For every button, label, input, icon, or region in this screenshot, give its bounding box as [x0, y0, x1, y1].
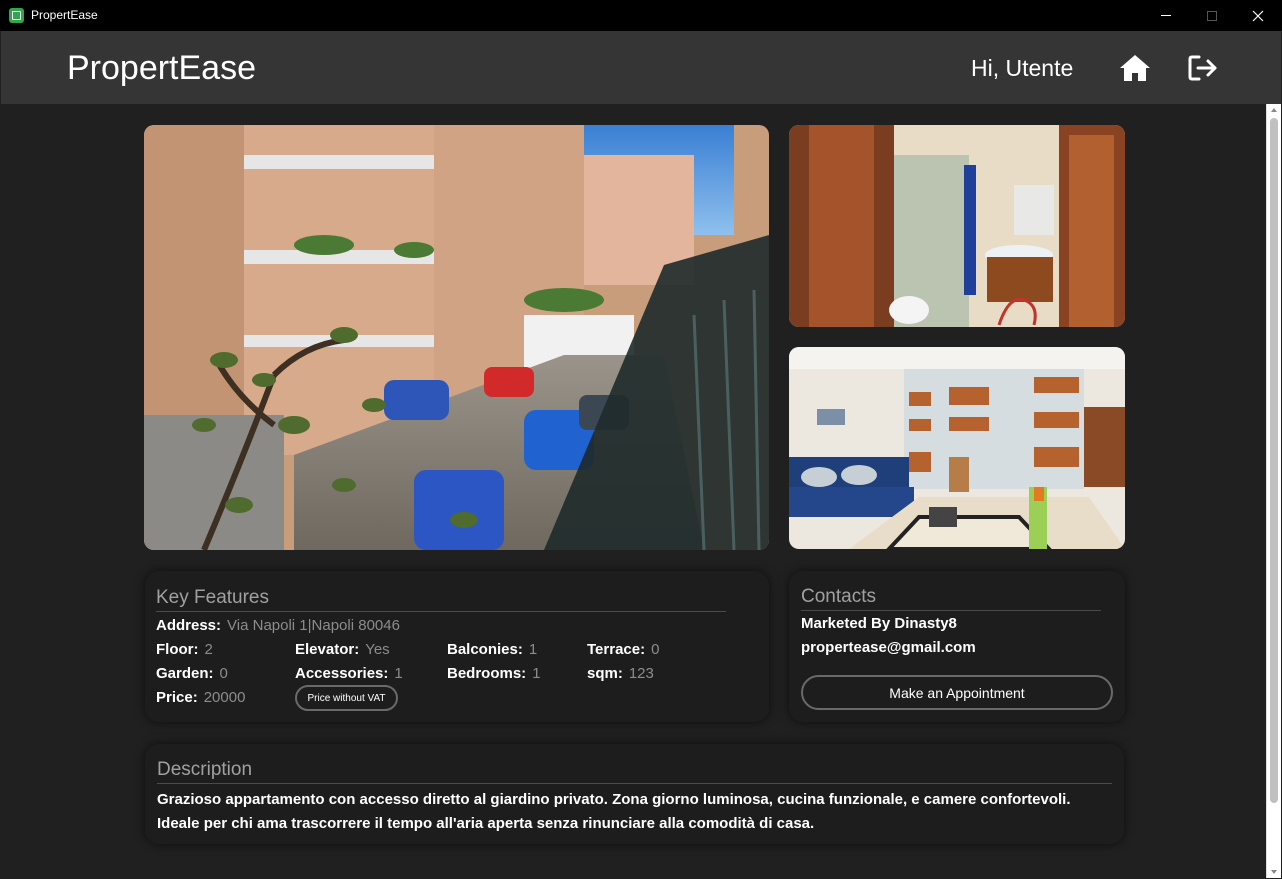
home-button[interactable] — [1118, 53, 1152, 83]
sqm-label: sqm: — [587, 665, 623, 682]
description-card: Description Grazioso appartamento con ac… — [145, 744, 1124, 844]
address-value: Via Napoli 1|Napoli 80046 — [227, 617, 400, 634]
window-title: PropertEase — [31, 8, 98, 22]
scroll-down-arrow-icon[interactable] — [1271, 870, 1277, 874]
key-features-title: Key Features — [156, 587, 269, 608]
brand-title: PropertEase — [67, 49, 256, 87]
minimize-button[interactable] — [1143, 0, 1189, 31]
elevator-label: Elevator: — [295, 641, 360, 658]
description-text: Grazioso appartamento con accesso dirett… — [157, 791, 1071, 832]
close-button[interactable] — [1235, 0, 1281, 31]
price-value: 20000 — [203, 689, 246, 706]
scroll-thumb[interactable] — [1270, 118, 1278, 803]
contacts-divider — [801, 610, 1101, 611]
floor-label: Floor: — [156, 641, 199, 658]
feature-bedrooms: Bedrooms: 1 — [447, 665, 541, 682]
logout-icon — [1188, 55, 1217, 81]
key-features-divider — [156, 611, 726, 612]
living-room-image — [789, 347, 1125, 549]
minimize-icon — [1161, 15, 1171, 16]
feature-terrace: Terrace: 0 — [587, 641, 659, 658]
maximize-icon — [1207, 10, 1217, 21]
terrace-label: Terrace: — [587, 641, 646, 658]
price-label: Price: — [156, 689, 198, 706]
feature-floor: Floor: 2 — [156, 641, 213, 658]
feature-elevator: Elevator: Yes — [295, 641, 390, 658]
vertical-scrollbar[interactable] — [1266, 104, 1281, 878]
home-icon — [1120, 55, 1150, 81]
garden-value: 0 — [219, 665, 228, 682]
close-icon — [1252, 10, 1264, 21]
terrace-value: 0 — [651, 641, 660, 658]
contacts-card: Contacts Marketed By Dinasty8 properteas… — [789, 571, 1125, 722]
feature-accessories: Accessories: 1 — [295, 665, 403, 682]
sqm-value: 123 — [628, 665, 654, 682]
balconies-label: Balconies: — [447, 641, 523, 658]
accessories-label: Accessories: — [295, 665, 389, 682]
key-features-card: Key Features Address: Via Napoli 1|Napoli… — [145, 571, 769, 722]
price-without-vat-button[interactable]: Price without VAT — [295, 685, 398, 711]
street-view-image — [144, 125, 769, 550]
contacts-title: Contacts — [801, 586, 876, 607]
feature-sqm: sqm: 123 — [587, 665, 654, 682]
garden-label: Garden: — [156, 665, 214, 682]
bedrooms-label: Bedrooms: — [447, 665, 527, 682]
elevator-value: Yes — [365, 641, 390, 658]
marketed-by-text: Marketed By Dinasty8 — [801, 615, 957, 632]
bedrooms-value: 1 — [532, 665, 541, 682]
street-view-photo[interactable] — [144, 125, 769, 550]
app-header: PropertEase Hi, Utente — [1, 31, 1281, 104]
logout-button[interactable] — [1187, 53, 1221, 83]
make-appointment-button[interactable]: Make an Appointment — [801, 675, 1113, 710]
app-house-icon — [9, 8, 24, 23]
description-title: Description — [157, 759, 253, 780]
description-divider — [157, 783, 1112, 784]
user-greeting: Hi, Utente — [971, 55, 1074, 81]
scroll-up-arrow-icon[interactable] — [1271, 108, 1277, 112]
living-room-photo[interactable] — [789, 347, 1125, 549]
feature-balconies: Balconies: 1 — [447, 641, 537, 658]
address-label: Address: — [156, 617, 222, 634]
contact-email: propertease@gmail.com — [801, 639, 976, 656]
floor-value: 2 — [204, 641, 213, 658]
window-titlebar: PropertEase — [0, 0, 1282, 31]
maximize-button[interactable] — [1189, 0, 1235, 31]
feature-address: Address: Via Napoli 1|Napoli 80046 — [156, 617, 400, 634]
accessories-value: 1 — [394, 665, 403, 682]
balconies-value: 1 — [528, 641, 538, 658]
bathroom-photo[interactable] — [789, 125, 1125, 327]
bathroom-image — [789, 125, 1125, 327]
feature-price: Price: 20000 — [156, 689, 245, 706]
feature-garden: Garden: 0 — [156, 665, 228, 682]
